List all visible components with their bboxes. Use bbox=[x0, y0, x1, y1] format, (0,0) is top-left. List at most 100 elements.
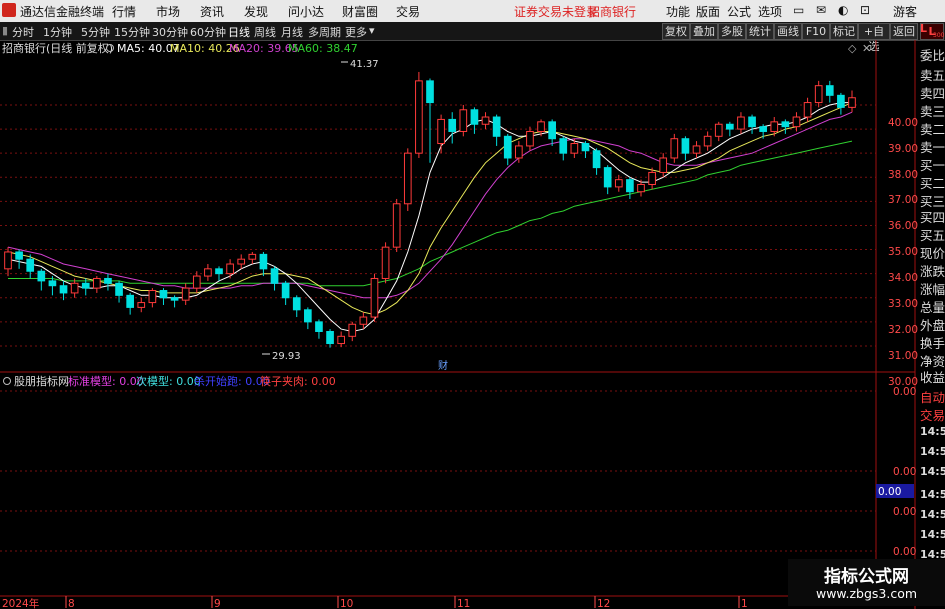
event-marker[interactable]: 财 bbox=[438, 359, 448, 372]
user-label[interactable]: 游客 bbox=[893, 3, 917, 20]
candle[interactable] bbox=[115, 280, 123, 303]
candle[interactable] bbox=[426, 78, 434, 163]
candle[interactable] bbox=[415, 71, 423, 158]
menu-banmian[interactable]: 版面 bbox=[696, 3, 720, 20]
indicator-name[interactable]: 股朋指标网 bbox=[14, 374, 69, 388]
period-week[interactable]: 周线 bbox=[254, 24, 276, 40]
candle[interactable] bbox=[759, 124, 767, 139]
candle[interactable] bbox=[459, 104, 468, 137]
period-month[interactable]: 月线 bbox=[281, 24, 303, 40]
candle[interactable] bbox=[603, 165, 612, 195]
candle[interactable] bbox=[137, 297, 146, 313]
candle[interactable] bbox=[326, 329, 334, 348]
candle[interactable] bbox=[226, 259, 234, 279]
menu-jiaoyi[interactable]: 交易 bbox=[396, 3, 420, 20]
lock-icon[interactable]: ⊡ bbox=[860, 3, 870, 17]
candle[interactable] bbox=[626, 177, 634, 199]
candle[interactable] bbox=[15, 249, 23, 269]
candle[interactable] bbox=[204, 264, 212, 281]
candle[interactable] bbox=[281, 280, 290, 305]
period-60min[interactable]: 60分钟 bbox=[190, 24, 226, 40]
candle[interactable] bbox=[492, 114, 501, 146]
minimize-icon[interactable]: ▭ bbox=[793, 3, 804, 17]
candle[interactable] bbox=[837, 92, 845, 115]
candle[interactable] bbox=[681, 136, 690, 161]
chart-area[interactable]: 招商银行(日线 前复权) MA5: 40.07 MA10: 40.26 MA20… bbox=[0, 40, 945, 609]
candle[interactable] bbox=[304, 307, 312, 330]
menu-zixun[interactable]: 资讯 bbox=[200, 3, 224, 20]
mail-icon[interactable]: ✉ bbox=[816, 3, 826, 17]
candle[interactable] bbox=[703, 131, 712, 151]
candle[interactable] bbox=[104, 273, 112, 291]
menu-faxian[interactable]: 发现 bbox=[244, 3, 268, 20]
candle[interactable] bbox=[237, 254, 246, 269]
candle[interactable] bbox=[292, 295, 301, 318]
broker-name[interactable]: 招商银行 bbox=[588, 3, 636, 20]
candle[interactable] bbox=[315, 319, 323, 339]
candle[interactable] bbox=[159, 288, 168, 305]
candle[interactable] bbox=[403, 148, 412, 211]
candle[interactable] bbox=[37, 268, 46, 291]
menu-caifuquan[interactable]: 财富圈 bbox=[342, 3, 378, 20]
period-multi[interactable]: 多周期 bbox=[308, 24, 341, 40]
candle[interactable] bbox=[825, 80, 834, 103]
candle[interactable] bbox=[392, 198, 401, 252]
candle[interactable] bbox=[592, 148, 601, 175]
menu-gongneng[interactable]: 功能 bbox=[666, 3, 690, 20]
candle[interactable] bbox=[148, 288, 157, 308]
f10-button[interactable]: F10 bbox=[802, 23, 830, 40]
close-chart-icon[interactable]: ✕ bbox=[862, 42, 871, 55]
candle[interactable] bbox=[470, 107, 479, 134]
diejia-button[interactable]: 叠加 bbox=[690, 23, 718, 40]
badge-l-icon[interactable]: L bbox=[920, 23, 944, 40]
candle[interactable] bbox=[126, 292, 134, 315]
candle[interactable] bbox=[714, 121, 723, 142]
candle[interactable] bbox=[93, 276, 101, 293]
huaxian-button[interactable]: 画线 bbox=[774, 23, 802, 40]
candle[interactable] bbox=[348, 321, 357, 342]
tongji-button[interactable]: 统计 bbox=[746, 23, 774, 40]
period-15min[interactable]: 15分钟 bbox=[114, 24, 150, 40]
candle[interactable] bbox=[848, 90, 856, 113]
candle[interactable] bbox=[192, 271, 201, 293]
period-30min[interactable]: 30分钟 bbox=[152, 24, 188, 40]
candle[interactable] bbox=[781, 119, 790, 134]
candle[interactable] bbox=[437, 114, 445, 154]
period-day[interactable]: 日线 bbox=[228, 24, 250, 40]
menu-xuanxiang[interactable]: 选项 bbox=[758, 3, 782, 20]
candle[interactable] bbox=[737, 112, 745, 134]
candle[interactable] bbox=[370, 273, 379, 322]
back-button[interactable]: 返回 bbox=[890, 23, 918, 40]
candle[interactable] bbox=[4, 247, 12, 277]
candle[interactable] bbox=[692, 141, 701, 158]
period-5min[interactable]: 5分钟 bbox=[81, 24, 110, 40]
candle[interactable] bbox=[381, 242, 390, 284]
diamond-icon[interactable]: ◇ bbox=[848, 42, 857, 55]
duogu-button[interactable]: 多股 bbox=[718, 23, 746, 40]
candle[interactable] bbox=[481, 112, 490, 130]
candle[interactable] bbox=[659, 153, 668, 178]
candle[interactable] bbox=[503, 133, 512, 166]
candle[interactable] bbox=[748, 114, 756, 134]
candle[interactable] bbox=[181, 283, 190, 305]
menu-hangqing[interactable]: 行情 bbox=[112, 3, 136, 20]
candle[interactable] bbox=[548, 119, 556, 146]
candle[interactable] bbox=[270, 266, 279, 291]
menu-wenxiaoda[interactable]: 问小达 bbox=[288, 3, 324, 20]
biaoji-button[interactable]: 标记 bbox=[830, 23, 858, 40]
candle[interactable] bbox=[248, 251, 257, 265]
menu-gongshi[interactable]: 公式 bbox=[727, 3, 751, 20]
login-notice[interactable]: 证券交易未登录 bbox=[514, 3, 598, 20]
candle[interactable] bbox=[337, 331, 345, 348]
candle[interactable] bbox=[448, 112, 457, 144]
candle[interactable] bbox=[170, 295, 179, 308]
candle[interactable] bbox=[670, 133, 679, 163]
candle[interactable] bbox=[559, 136, 568, 161]
indicator-toggle-icon[interactable] bbox=[3, 377, 11, 385]
fuquan-button[interactable]: 复权 bbox=[662, 23, 690, 40]
candle[interactable] bbox=[792, 112, 801, 132]
candle[interactable] bbox=[526, 126, 534, 151]
period-1min[interactable]: 1分钟 bbox=[43, 24, 72, 40]
add-watchlist-button[interactable]: +自选 bbox=[858, 23, 890, 53]
period-fenshi[interactable]: 分时 bbox=[12, 24, 34, 40]
